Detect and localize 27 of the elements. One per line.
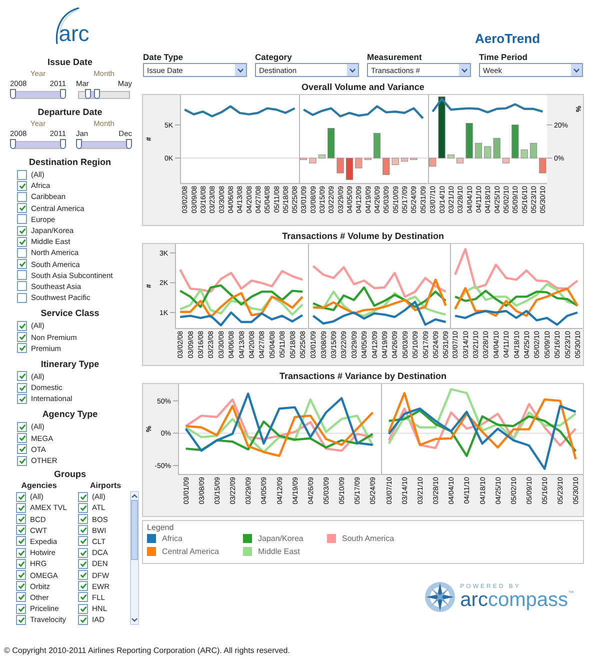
logo-text: compass [488, 590, 568, 610]
copyright: © Copyright 2010-2011 Airlines Reporting Corporation (ARC). All rights reserved. [4, 646, 290, 655]
dropdown-label: Time Period [479, 52, 528, 62]
filter-title: Destination Region [28, 157, 112, 167]
filter-title: Itinerary Type [40, 358, 100, 369]
legend-label: Middle East [258, 547, 300, 556]
dropdown-label: Measurement [367, 52, 423, 62]
column-title: Airports [88, 481, 122, 490]
app-title: AeroTrend [475, 31, 540, 46]
filter-title: Service Class [40, 308, 100, 318]
legend-label: Central America [162, 547, 219, 556]
legend-label: South America [342, 534, 394, 543]
logo-text: arc [460, 590, 488, 610]
logo: arc [50, 6, 90, 46]
dropdown-label: Date Type [143, 52, 184, 62]
chart-title: Transactions # Variance by Destination [278, 371, 448, 381]
filter-title: Agency Type [41, 409, 99, 420]
legend-title: Legend [147, 523, 175, 532]
filter-title: Groups [52, 469, 87, 480]
dropdown-label: Category [255, 52, 293, 62]
chart-title: Transactions # Volume by Destination [281, 231, 445, 241]
filter-title: Issue Date [46, 57, 94, 67]
chart-title: Overall Volume and Variance [300, 82, 426, 92]
filter-title: Departure Date [36, 107, 104, 117]
legend-label: Japan/Korea [258, 534, 304, 543]
legend-label: Africa [162, 534, 182, 543]
column-title: Agencies [20, 481, 58, 490]
